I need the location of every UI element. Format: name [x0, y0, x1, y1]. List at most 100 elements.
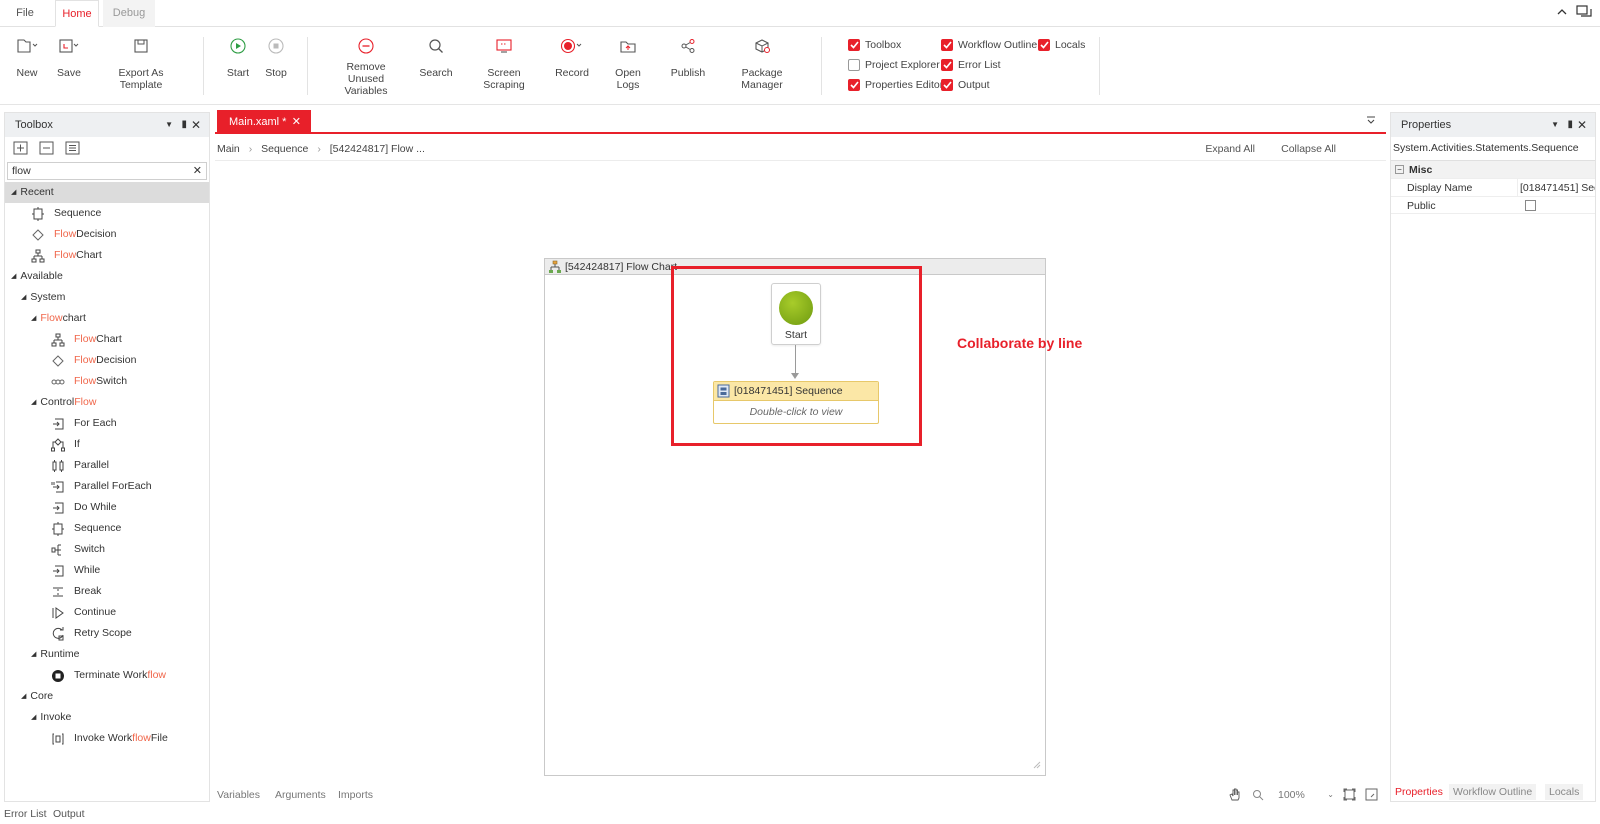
project-explorer-checkbox[interactable]: Project Explorer: [848, 58, 940, 72]
ribbon-divider: [307, 37, 308, 95]
collapse-ribbon-icon[interactable]: [1556, 6, 1568, 21]
hand-pan-icon[interactable]: [1228, 788, 1242, 805]
tree-item-terminate-workflow[interactable]: Terminate Work flow: [51, 665, 166, 686]
tree-item-retry-scope[interactable]: Retry Scope: [51, 623, 132, 644]
tree-item-break[interactable]: Break: [51, 581, 101, 602]
tab-properties[interactable]: Properties: [1395, 784, 1443, 800]
resize-grip-icon[interactable]: [1032, 760, 1041, 772]
workflow-outline-checkbox[interactable]: Workflow Outline: [941, 38, 1037, 52]
overview-icon[interactable]: [1365, 788, 1378, 804]
close-icon[interactable]: ✕: [1577, 113, 1587, 137]
tree-group-runtime[interactable]: ◢ Runtime: [31, 644, 80, 665]
tree-group-core[interactable]: ◢ Core: [21, 686, 53, 707]
tree-item-while[interactable]: While: [51, 560, 100, 581]
chevron-right-icon: ›: [317, 143, 321, 155]
breadcrumb-item[interactable]: Sequence: [261, 143, 308, 155]
clear-search-icon[interactable]: ✕: [193, 163, 202, 179]
output-tab[interactable]: Output: [53, 808, 85, 820]
export-template-button[interactable]: Export As Template: [96, 35, 186, 91]
package-manager-button[interactable]: Package Manager: [722, 35, 802, 91]
zoom-select[interactable]: 100% ⌄: [1278, 786, 1334, 804]
annotation-highlight-box: [671, 266, 922, 446]
tree-item-continue[interactable]: Continue: [51, 602, 116, 623]
display-name-field[interactable]: [018471451] Seq: [1517, 179, 1595, 197]
tree-item-switch[interactable]: Switch: [51, 539, 105, 560]
tree-group-system[interactable]: ◢ System: [21, 287, 65, 308]
tree-item-flow-chart[interactable]: Flow Chart: [51, 329, 122, 350]
breadcrumb-item[interactable]: [542424817] Flow ...: [330, 143, 425, 155]
tree-group-available[interactable]: ◢ Available: [11, 266, 63, 287]
expand-all-icon[interactable]: [13, 141, 28, 158]
arguments-tab[interactable]: Arguments: [275, 786, 326, 804]
tab-debug[interactable]: Debug: [103, 0, 155, 27]
tree-group-control-flow[interactable]: ◢ Control Flow: [31, 392, 96, 413]
property-name: Display Name: [1407, 182, 1473, 194]
pin-icon[interactable]: ▮: [181, 113, 187, 137]
error-list-checkbox[interactable]: Error List: [941, 58, 1001, 72]
new-button[interactable]: New: [12, 35, 42, 79]
close-icon[interactable]: ✕: [191, 113, 201, 137]
collapse-category-icon[interactable]: −: [1395, 165, 1404, 174]
tree-item-do-while[interactable]: Do While: [51, 497, 117, 518]
tree-item-sequence[interactable]: Sequence: [31, 203, 101, 224]
tab-file[interactable]: File: [4, 0, 46, 27]
chevron-right-icon: ›: [248, 143, 253, 155]
tree-item-parallel[interactable]: Parallel: [51, 455, 109, 476]
checkbox-checked-icon: [848, 79, 860, 91]
tree-group-invoke[interactable]: ◢ Invoke: [31, 707, 71, 728]
locals-checkbox[interactable]: Locals: [1038, 38, 1085, 52]
decision-diamond-icon: [31, 228, 45, 242]
tree-item-if[interactable]: If: [51, 434, 80, 455]
imports-tab[interactable]: Imports: [338, 786, 373, 804]
collapse-all-icon[interactable]: [39, 141, 54, 158]
tree-item-sequence[interactable]: Sequence: [51, 518, 121, 539]
ribbon: New Save Export As Template Start Stop R…: [0, 27, 1600, 105]
breadcrumb-item[interactable]: Main: [217, 143, 240, 155]
tab-home[interactable]: Home: [55, 0, 99, 27]
properties-category-misc[interactable]: − Misc: [1391, 160, 1595, 178]
tab-overflow-icon[interactable]: [1366, 115, 1376, 128]
publish-button[interactable]: Publish: [670, 35, 706, 79]
toolbox-checkbox[interactable]: Toolbox: [848, 38, 901, 52]
tree-group-flowchart[interactable]: ◢ Flow chart: [31, 308, 86, 329]
tree-item-invoke-workflow-file[interactable]: Invoke Work flow File: [51, 728, 168, 749]
tab-workflow-outline[interactable]: Workflow Outline: [1449, 784, 1537, 800]
document-tab-main[interactable]: Main.xaml * ✕: [217, 110, 311, 134]
pin-icon[interactable]: ▮: [1567, 113, 1573, 137]
dropdown-icon[interactable]: ▼: [1551, 113, 1559, 137]
start-button[interactable]: Start: [225, 35, 251, 79]
tree-item-for-each[interactable]: For Each: [51, 413, 117, 434]
open-logs-button[interactable]: Open Logs: [603, 35, 653, 91]
record-button[interactable]: Record: [555, 35, 589, 79]
properties-editor-checkbox[interactable]: Properties Editor: [848, 78, 943, 92]
tree-item-flow-switch[interactable]: Flow Switch: [51, 371, 127, 392]
dropdown-icon[interactable]: ▼: [165, 113, 173, 137]
output-checkbox[interactable]: Output: [941, 78, 990, 92]
tree-item-flow-chart[interactable]: Flow Chart: [31, 245, 102, 266]
screen-scraping-button[interactable]: Screen Scraping: [466, 35, 542, 91]
tree-group-recent[interactable]: ◢ Recent: [11, 182, 54, 203]
save-button[interactable]: Save: [56, 35, 82, 79]
tree-item-flow-decision[interactable]: Flow Decision: [31, 224, 116, 245]
toolbox-title: Toolbox: [15, 119, 53, 131]
remove-unused-variables-button[interactable]: Remove Unused Variables: [328, 35, 404, 97]
search-button[interactable]: Search: [418, 35, 454, 79]
stop-button[interactable]: Stop: [264, 35, 288, 79]
list-view-icon[interactable]: [65, 141, 80, 158]
close-tab-icon[interactable]: ✕: [292, 110, 301, 134]
toolbox-search-input[interactable]: flow ✕: [7, 162, 207, 180]
public-checkbox[interactable]: [1525, 200, 1536, 211]
collapse-all-link[interactable]: Collapse All: [1281, 140, 1336, 158]
chat-icon[interactable]: [1576, 5, 1592, 22]
fit-to-screen-icon[interactable]: [1343, 788, 1356, 804]
variables-tab[interactable]: Variables: [217, 786, 260, 804]
error-list-tab[interactable]: Error List: [4, 808, 47, 820]
workflow-canvas[interactable]: [542424817] Flow Chart Start [018471451]…: [215, 160, 1386, 782]
tab-locals[interactable]: Locals: [1545, 784, 1584, 800]
tree-item-parallel-foreach[interactable]: Parallel ForEach: [51, 476, 152, 497]
expand-all-link[interactable]: Expand All: [1205, 140, 1255, 158]
annotation-label: Collaborate by line: [957, 335, 1083, 351]
remove-unused-label-2: Variables: [344, 85, 388, 97]
zoom-search-icon[interactable]: [1252, 789, 1264, 804]
tree-item-flow-decision[interactable]: Flow Decision: [51, 350, 136, 371]
